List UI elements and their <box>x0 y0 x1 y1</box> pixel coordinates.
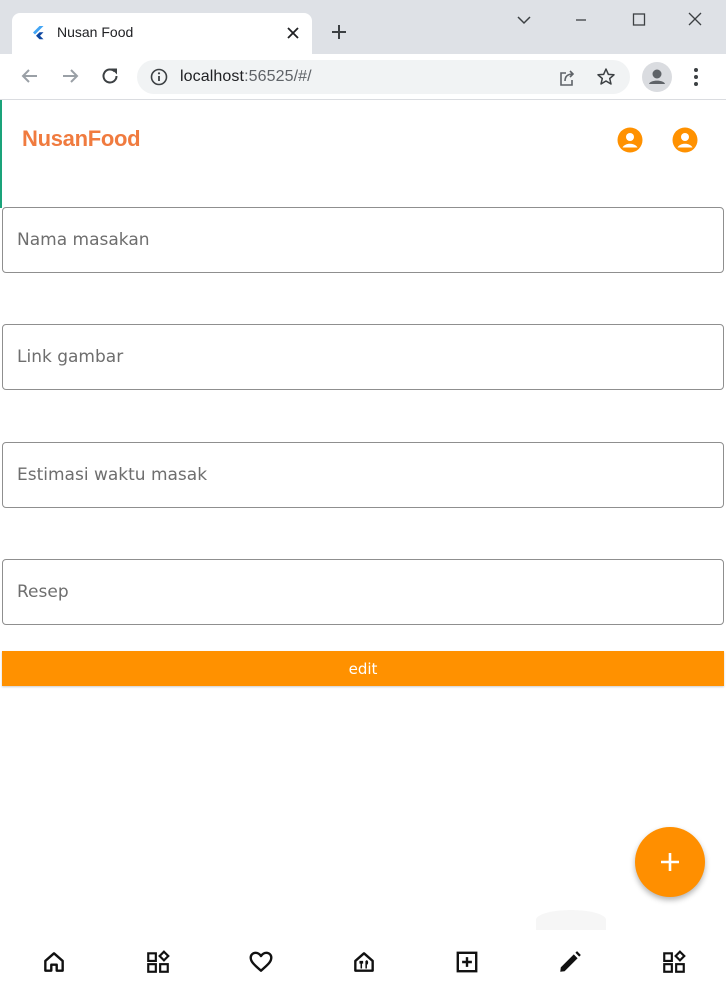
nav-restaurant[interactable] <box>342 940 386 984</box>
estimasi-waktu-input[interactable] <box>17 443 707 507</box>
new-tab-icon[interactable] <box>329 22 349 42</box>
url-path: :56525/#/ <box>244 68 312 85</box>
forward-icon[interactable] <box>58 64 82 88</box>
account-circle-icon[interactable] <box>671 126 699 154</box>
page-edge <box>0 100 2 208</box>
app-page: NusanFood edit <box>0 100 726 989</box>
nav-category[interactable] <box>136 940 180 984</box>
bottom-navigation <box>0 936 726 989</box>
tab-search-icon[interactable] <box>513 10 535 30</box>
link-gambar-input[interactable] <box>17 325 707 389</box>
flutter-icon <box>33 26 44 40</box>
address-bar[interactable]: localhost:56525/#/ <box>137 60 630 94</box>
bookmark-star-icon[interactable] <box>596 67 616 87</box>
nama-masakan-field[interactable] <box>2 207 724 273</box>
nav-add[interactable] <box>445 940 489 984</box>
profile-avatar[interactable] <box>642 62 672 92</box>
info-icon[interactable] <box>150 68 168 86</box>
restaurant-icon <box>354 952 374 972</box>
home-icon <box>44 952 64 972</box>
url-text[interactable]: localhost:56525/#/ <box>180 68 312 86</box>
estimasi-waktu-field[interactable] <box>2 442 724 508</box>
more-menu-icon[interactable] <box>686 65 706 89</box>
category-icon <box>663 950 686 973</box>
add-box-icon <box>456 951 478 973</box>
minimize-icon[interactable] <box>570 10 592 30</box>
resep-field[interactable] <box>2 559 724 625</box>
nav-edit[interactable] <box>548 940 592 984</box>
close-window-icon[interactable] <box>684 10 706 30</box>
maximize-icon[interactable] <box>628 10 650 30</box>
nav-category-2[interactable] <box>652 940 696 984</box>
browser-toolbar: localhost:56525/#/ <box>0 54 726 100</box>
nav-notch <box>536 910 606 930</box>
browser-window: Nusan Food localhost:56525/#/ NusanFood … <box>0 0 726 989</box>
url-host: localhost <box>180 68 245 85</box>
add-fab-button[interactable] <box>635 827 705 897</box>
app-brand: NusanFood <box>22 126 141 151</box>
nav-favorite[interactable] <box>239 940 283 984</box>
resep-input[interactable] <box>17 560 707 624</box>
category-icon <box>147 950 170 973</box>
browser-tab[interactable]: Nusan Food <box>12 13 312 54</box>
back-icon[interactable] <box>18 64 42 88</box>
link-gambar-field[interactable] <box>2 324 724 390</box>
nama-masakan-input[interactable] <box>17 208 707 272</box>
reload-icon[interactable] <box>98 64 122 88</box>
tab-strip: Nusan Food <box>0 0 726 54</box>
close-tab-icon[interactable] <box>284 24 302 42</box>
person-icon <box>649 69 665 84</box>
share-icon[interactable] <box>557 68 577 88</box>
favorite-icon <box>249 951 273 972</box>
edit-button[interactable]: edit <box>2 651 724 686</box>
edit-icon <box>560 951 581 972</box>
tab-title: Nusan Food <box>57 24 134 40</box>
add-icon <box>661 853 679 871</box>
nav-home[interactable] <box>32 940 76 984</box>
account-circle-icon[interactable] <box>616 126 644 154</box>
